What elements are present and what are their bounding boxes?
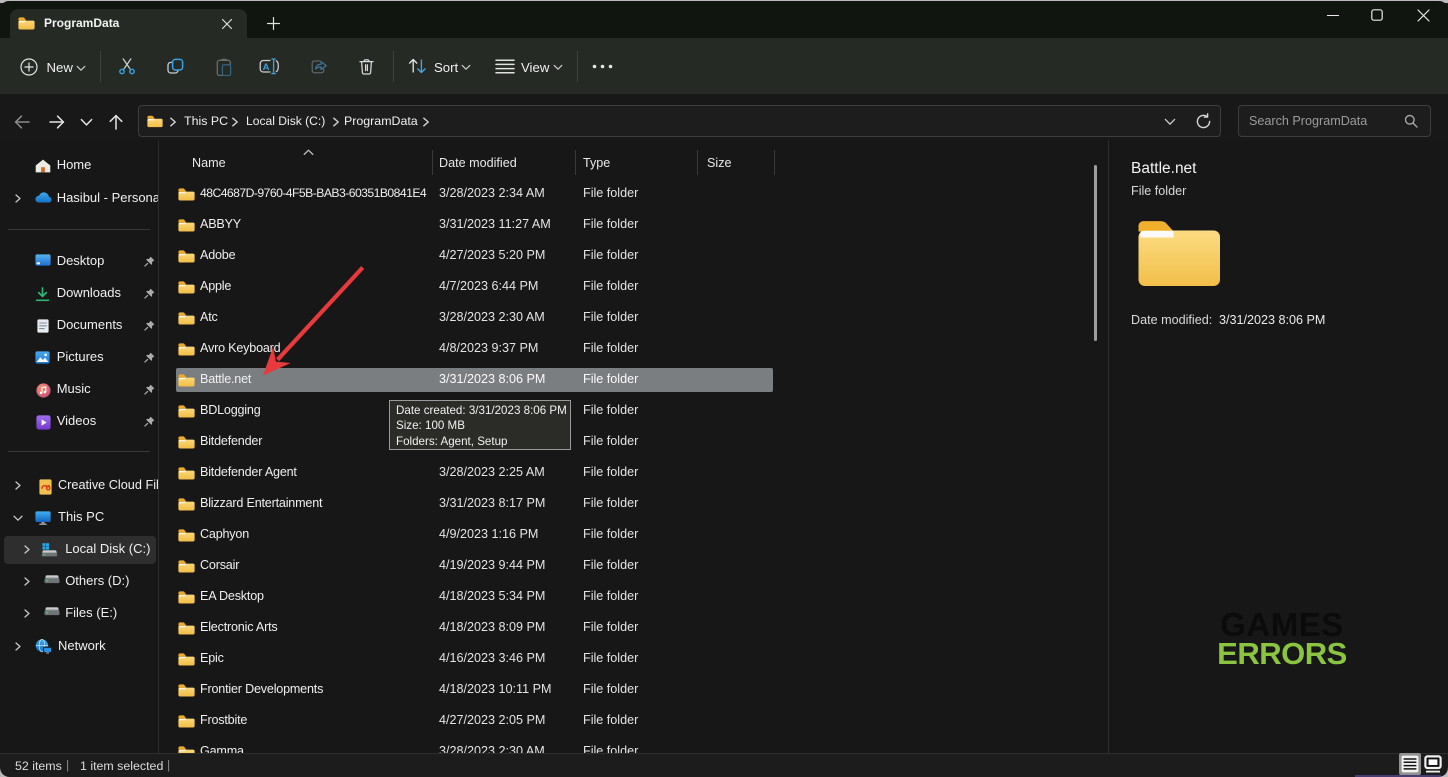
svg-text:A: A bbox=[263, 61, 270, 72]
